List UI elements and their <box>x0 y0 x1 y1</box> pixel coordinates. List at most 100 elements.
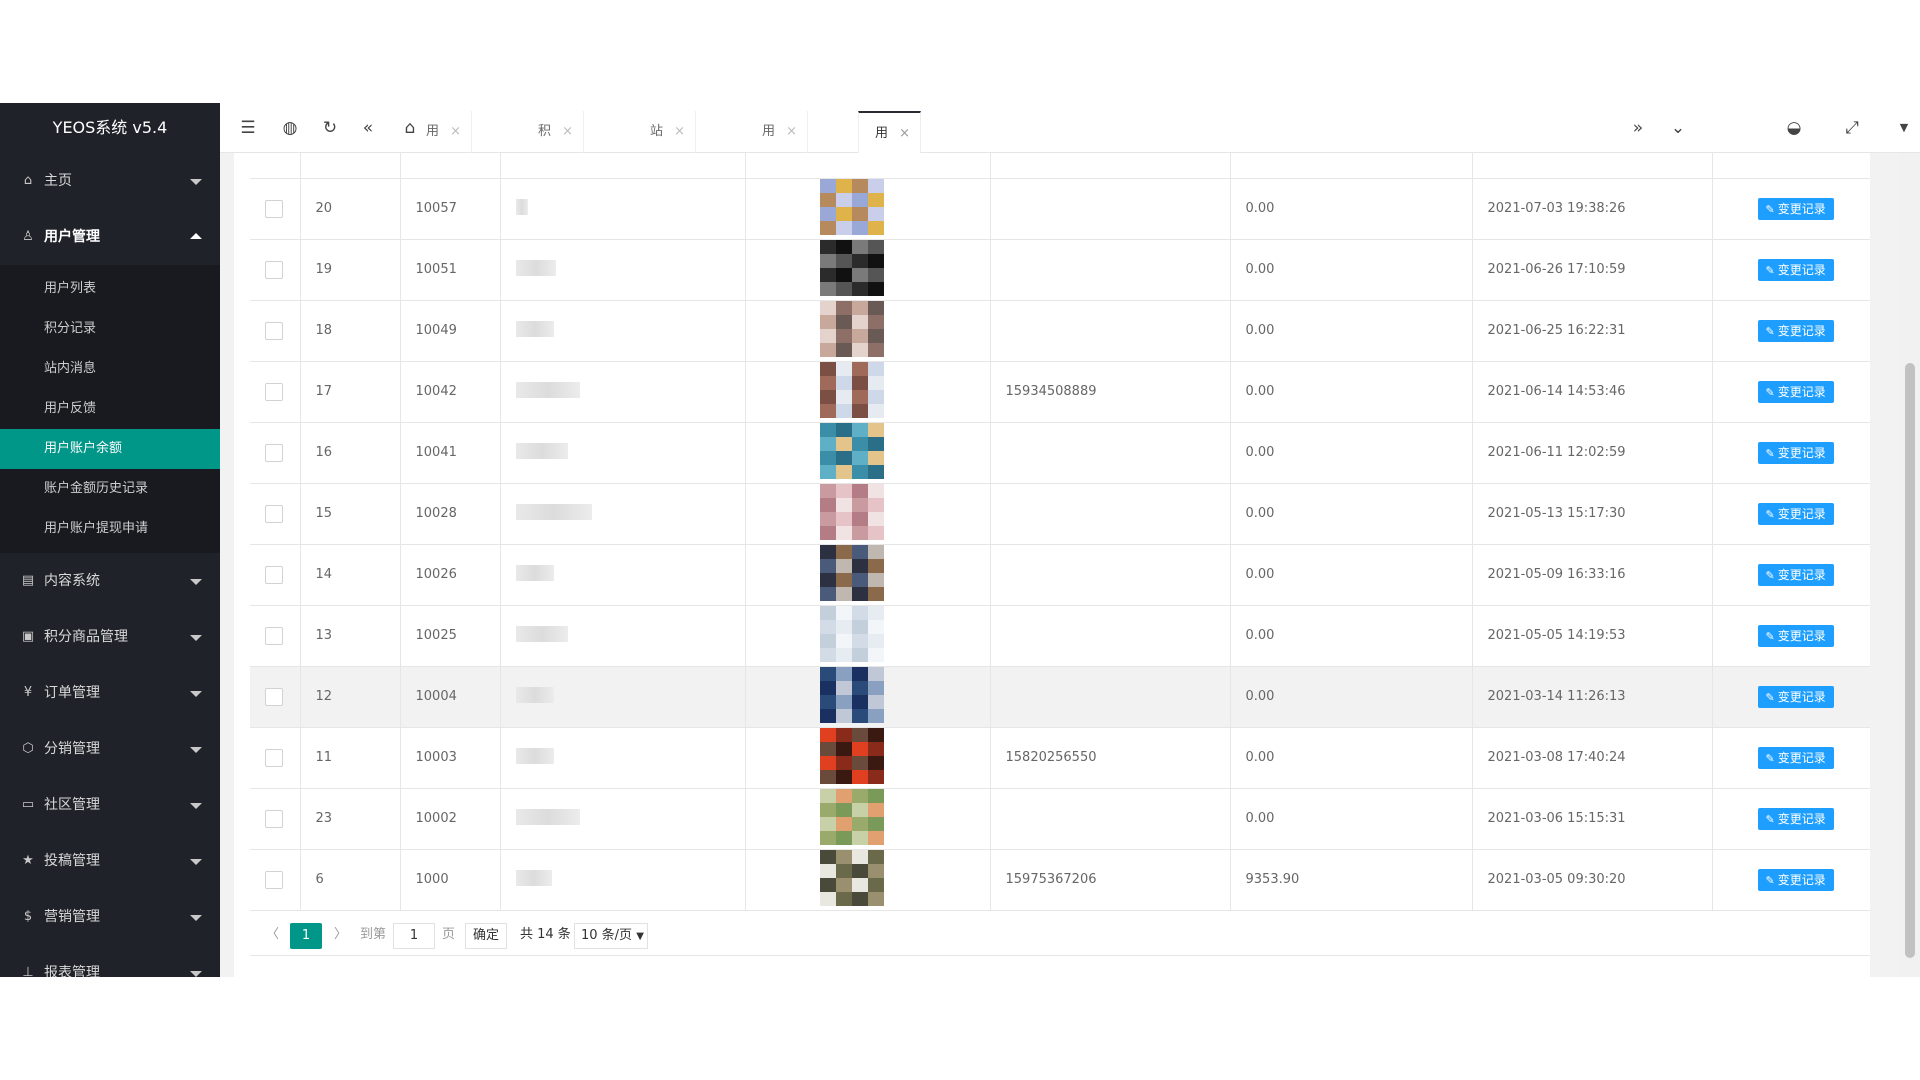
row-checkbox[interactable] <box>265 626 283 645</box>
table-row[interactable]: 11 10003 15820256550 0.00 2021-03-08 17:40:2… <box>250 727 1870 789</box>
sidebar-icon-5: ⬡ <box>22 741 34 756</box>
more-icon[interactable]: ▼ <box>1886 103 1920 153</box>
change-record-button[interactable]: ✎ 变更记录 <box>1757 380 1834 403</box>
table-row[interactable]: 15 10028 0.00 2021-05-13 15:17:30 ✎ 变更记录 <box>250 483 1870 545</box>
table-row[interactable]: 17 10042 15934508889 0.00 2021-06-14 14:53:4… <box>250 361 1870 423</box>
submenu-item-2[interactable]: 站内消息 <box>0 349 220 389</box>
tab-3[interactable]: 用户反馈× <box>746 111 809 265</box>
refresh-icon[interactable]: ↻ <box>312 103 348 153</box>
tab-0[interactable]: 用户列表× <box>410 111 473 265</box>
change-record-button[interactable]: ✎ 变更记录 <box>1757 685 1834 708</box>
confirm-page-button[interactable]: 确定 <box>465 923 507 949</box>
table-row[interactable]: 20 10057 0.00 2021-07-03 19:38:26 ✎ 变更记录 <box>250 178 1870 240</box>
chevron-down-icon[interactable]: ⌄ <box>1660 103 1696 153</box>
row-checkbox[interactable] <box>265 260 283 279</box>
theme-icon[interactable]: ◒ <box>1776 103 1812 153</box>
sidebar-item-1[interactable]: ♙ 用户管理 <box>0 209 220 265</box>
row-checkbox[interactable] <box>265 565 283 584</box>
blurred-nickname <box>515 198 528 215</box>
sidebar-item-7[interactable]: ★ 投稿管理 <box>0 833 220 889</box>
table-row[interactable]: 19 10051 0.00 2021-06-26 17:10:59 ✎ 变更记录 <box>250 239 1870 301</box>
sidebar-item-5[interactable]: ⬡ 分销管理 <box>0 721 220 777</box>
close-icon[interactable]: × <box>450 111 461 153</box>
row-checkbox[interactable] <box>265 809 283 828</box>
change-record-button[interactable]: ✎ 变更记录 <box>1757 197 1834 220</box>
close-icon[interactable]: × <box>786 111 797 153</box>
close-icon[interactable]: × <box>674 111 685 153</box>
tab-1[interactable]: 积分记录× <box>522 111 585 265</box>
change-record-button[interactable]: ✎ 变更记录 <box>1757 624 1834 647</box>
submenu-item-6[interactable]: 用户账户提现申请 <box>0 509 220 549</box>
fullscreen-icon[interactable]: ⤢ <box>1834 103 1870 153</box>
change-record-button[interactable]: ✎ 变更记录 <box>1757 563 1834 586</box>
current-page[interactable]: 1 <box>290 923 322 949</box>
sidebar-item-3[interactable]: ▣ 积分商品管理 <box>0 609 220 665</box>
row-checkbox[interactable] <box>265 870 283 889</box>
page-size-select[interactable]: 10 条/页 ▼ <box>574 923 648 949</box>
row-checkbox[interactable] <box>265 748 283 767</box>
sidebar-item-4[interactable]: ¥ 订单管理 <box>0 665 220 721</box>
scrollbar-thumb[interactable] <box>1905 363 1915 958</box>
menu-collapse-icon[interactable]: ☰ <box>230 103 266 153</box>
sidebar-item-label: 主页 <box>44 173 72 189</box>
cell-uid: 10051 <box>400 239 501 301</box>
sidebar-item-0[interactable]: ⌂ 主页 <box>0 153 220 209</box>
table-row[interactable]: 16 10041 0.00 2021-06-11 12:02:59 ✎ 变更记录 <box>250 422 1870 484</box>
row-checkbox[interactable] <box>265 199 283 218</box>
submenu-item-3[interactable]: 用户反馈 <box>0 389 220 429</box>
tab-4[interactable]: 用户账户余额× <box>858 111 922 351</box>
close-icon[interactable]: × <box>562 111 573 153</box>
table-row[interactable]: 23 10002 0.00 2021-03-06 15:15:31 ✎ 变更记录 <box>250 788 1870 850</box>
table-row[interactable]: 18 10049 0.00 2021-06-25 16:22:31 ✎ 变更记录 <box>250 300 1870 362</box>
row-checkbox[interactable] <box>265 443 283 462</box>
cell-nickname <box>500 544 746 606</box>
cell-nickname <box>500 666 746 728</box>
sidebar-item-6[interactable]: ▭ 社区管理 <box>0 777 220 833</box>
change-record-button[interactable]: ✎ 变更记录 <box>1757 319 1834 342</box>
cell-balance: 0.00 <box>1230 666 1473 728</box>
cell-action: ✎ 变更记录 <box>1712 849 1870 911</box>
sidebar-item-8[interactable]: $ 营销管理 <box>0 889 220 945</box>
cell-action: ✎ 变更记录 <box>1712 605 1870 667</box>
cell-avatar <box>745 788 991 850</box>
submenu-item-4[interactable]: 用户账户余额 <box>0 429 220 469</box>
next-page-icon[interactable]: 〉 <box>334 923 347 942</box>
cell-time: 2021-03-14 11:26:13 <box>1472 666 1713 728</box>
change-record-button[interactable]: ✎ 变更记录 <box>1757 502 1834 525</box>
change-record-button[interactable]: ✎ 变更记录 <box>1757 868 1834 891</box>
row-checkbox[interactable] <box>265 382 283 401</box>
page-input[interactable]: 1 <box>393 923 435 949</box>
cell-phone <box>990 605 1231 667</box>
vertical-scrollbar[interactable] <box>1900 153 1920 977</box>
change-record-button[interactable]: ✎ 变更记录 <box>1757 441 1834 464</box>
submenu-item-5[interactable]: 账户金额历史记录 <box>0 469 220 509</box>
cell-no: 11 <box>300 727 401 789</box>
double-left-icon[interactable]: « <box>350 103 386 153</box>
submenu-item-0[interactable]: 用户列表 <box>0 269 220 309</box>
cell-phone <box>990 178 1231 240</box>
prev-page-icon[interactable]: 〈 <box>266 923 279 942</box>
double-right-icon[interactable]: » <box>1620 103 1656 153</box>
change-record-button[interactable]: ✎ 变更记录 <box>1757 746 1834 769</box>
cell-no: 15 <box>300 483 401 545</box>
globe-icon[interactable]: ◍ <box>272 103 308 153</box>
submenu-item-1[interactable]: 积分记录 <box>0 309 220 349</box>
tab-2[interactable]: 站内消息× <box>634 111 697 265</box>
table-row[interactable]: 6 1000 15975367206 9353.90 2021-03-05 09:30:… <box>250 849 1870 911</box>
goto-label: 到第 <box>360 927 387 942</box>
row-checkbox[interactable] <box>265 321 283 340</box>
table-row[interactable]: 13 10025 0.00 2021-05-05 14:19:53 ✎ 变更记录 <box>250 605 1870 667</box>
sidebar-item-9[interactable]: ⊥ 报表管理 <box>0 945 220 977</box>
sidebar-item-2[interactable]: ▤ 内容系统 <box>0 553 220 609</box>
change-record-label: 变更记录 <box>1777 689 1826 704</box>
close-icon[interactable]: × <box>899 113 910 155</box>
blurred-nickname <box>515 259 556 276</box>
cell-nickname <box>500 361 746 423</box>
change-record-button[interactable]: ✎ 变更记录 <box>1757 807 1834 830</box>
change-record-button[interactable]: ✎ 变更记录 <box>1757 258 1834 281</box>
checkbox-cell <box>250 239 301 301</box>
table-row[interactable]: 12 10004 0.00 2021-03-14 11:26:13 ✎ 变更记录 <box>250 666 1870 728</box>
table-row[interactable]: 14 10026 0.00 2021-05-09 16:33:16 ✎ 变更记录 <box>250 544 1870 606</box>
row-checkbox[interactable] <box>265 504 283 523</box>
row-checkbox[interactable] <box>265 687 283 706</box>
